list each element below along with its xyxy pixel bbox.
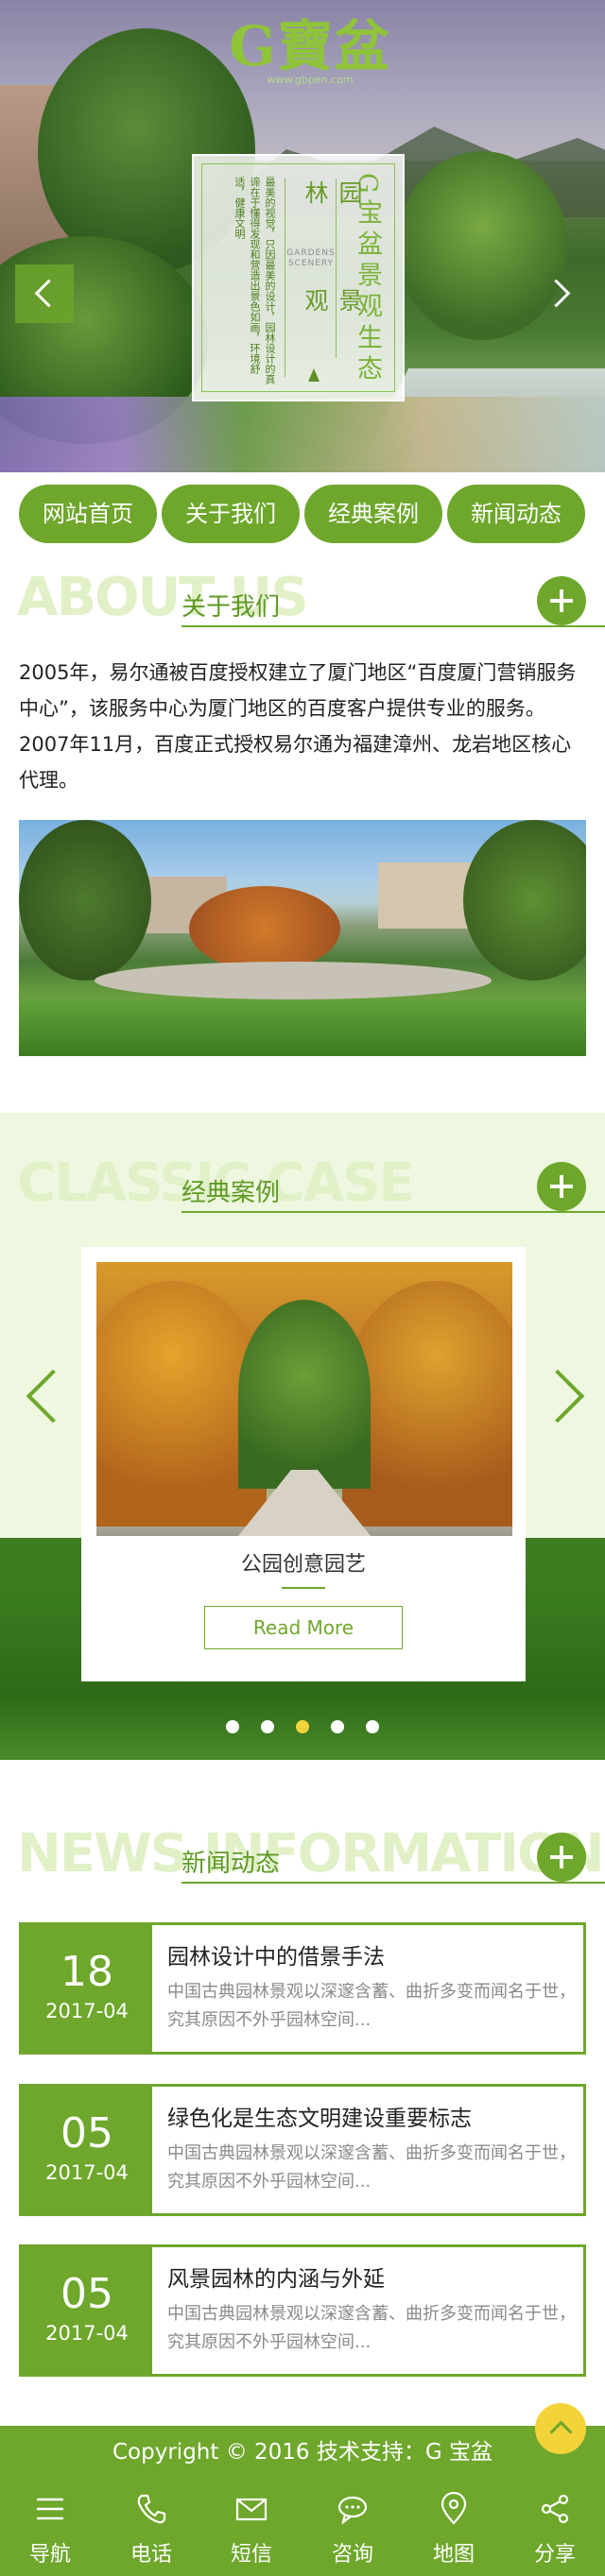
hero-flowers [0, 397, 605, 472]
tab-label: 地图 [432, 2543, 475, 2567]
hero-next-button[interactable] [531, 264, 590, 323]
hero-prev-button[interactable] [15, 264, 74, 323]
carousel-dot[interactable] [260, 1720, 274, 1733]
nav-news[interactable]: 新闻动态 [447, 485, 585, 543]
photo-tree-arch [238, 1300, 371, 1489]
news-title[interactable]: 绿色化是生态文明建设重要标志 [167, 2100, 472, 2132]
photo-lawn [19, 999, 586, 1056]
case-card[interactable]: 公园创意园艺 Read More [81, 1247, 526, 1681]
map-pin-icon [437, 2491, 471, 2526]
tab-label: 分享 [533, 2543, 576, 2567]
case-next-chevron-icon[interactable] [544, 1358, 592, 1434]
case-title-underline [282, 1587, 325, 1589]
news-day: 18 [60, 1948, 113, 1996]
news-item[interactable]: 05 2017-04 风景园林的内涵与外延 中国古典园林景观以深邃含蓄、曲折多变… [19, 2244, 586, 2377]
tab-label: 电话 [130, 2543, 172, 2567]
news-excerpt: 中国古典园林景观以深邃含蓄、曲折多变而闻名于世，究其原因不外乎园林空间... [167, 1982, 576, 2030]
news-item[interactable]: 05 2017-04 绿色化是生态文明建设重要标志 中国古典园林景观以深邃含蓄、… [19, 2084, 586, 2216]
cases-section-header: CLASSIC CASE 经典案例 [0, 1152, 605, 1228]
menu-icon [33, 2492, 67, 2526]
tab-share[interactable]: 分享 [505, 2479, 605, 2576]
chat-icon [336, 2492, 370, 2526]
photo-fountain [95, 962, 492, 999]
case-photo [96, 1262, 512, 1536]
news-year-month: 2017-04 [45, 2322, 129, 2345]
news-excerpt: 中国古典园林景观以深邃含蓄、曲折多变而闻名于世，究其原因不外乎园林空间... [167, 2304, 576, 2352]
news-day: 05 [60, 2109, 113, 2158]
tab-phone[interactable]: 电话 [101, 2479, 201, 2576]
hero-text-panel: G宝盆景观生态 园林 GARDENS SCENERY 景观 最美的视觉，只因最美… [192, 154, 405, 401]
case-prev-chevron-icon[interactable] [13, 1358, 60, 1434]
phone-icon [134, 2492, 168, 2526]
tab-label: 导航 [28, 2543, 71, 2567]
news-section-header: NEWS INFORMATION 新闻动态 [0, 1823, 605, 1899]
photo-tree [19, 820, 151, 981]
hero-banner: G寶盆 www.gbpen.com G宝盆景观生态 园林 GARDENS SCE… [0, 0, 605, 472]
tab-nav[interactable]: 导航 [0, 2479, 100, 2576]
nav-cases[interactable]: 经典案例 [304, 485, 442, 543]
carousel-dots [0, 1719, 605, 1734]
carousel-dot[interactable] [366, 1720, 380, 1733]
tab-sms[interactable]: 短信 [201, 2479, 302, 2576]
nav-about[interactable]: 关于我们 [162, 485, 300, 543]
about-text: 2005年，易尔通被百度授权建立了厦门地区“百度厦门营销服务中心”，该服务中心为… [19, 661, 577, 792]
carousel-dot[interactable] [331, 1720, 345, 1733]
copyright-bar: Copyright © 2016 技术支持：G 宝盆 [0, 2426, 605, 2479]
panel-title-left-2: 景观 [302, 288, 363, 319]
news-item[interactable]: 18 2017-04 园林设计中的借景手法 中国古典园林景观以深邃含蓄、曲折多变… [19, 1922, 586, 2055]
carousel-dot-active[interactable] [296, 1720, 309, 1733]
panel-title-left: 园林 [302, 180, 363, 212]
back-to-top-icon[interactable] [535, 2403, 586, 2454]
heading-rule [182, 1882, 605, 1884]
nav-home[interactable]: 网站首页 [19, 485, 157, 543]
tab-label: 短信 [230, 2543, 272, 2567]
news-excerpt: 中国古典园林景观以深邃含蓄、曲折多变而闻名于世，究其原因不外乎园林空间... [167, 2143, 576, 2192]
cases-heading: 经典案例 [182, 1179, 281, 1207]
carousel-dot[interactable] [225, 1720, 239, 1733]
news-heading: 新闻动态 [182, 1850, 281, 1878]
heading-rule [182, 1211, 605, 1213]
photo-tree [189, 886, 340, 971]
news-heading-en: NEWS INFORMATION [17, 1823, 605, 1885]
news-day: 05 [60, 2270, 113, 2318]
main-nav: 网站首页 关于我们 经典案例 新闻动态 [0, 485, 605, 545]
tab-label: 咨询 [331, 2543, 373, 2567]
share-icon [538, 2492, 572, 2526]
about-section-header: ABOUT US 关于我们 [0, 567, 605, 642]
news-year-month: 2017-04 [45, 2000, 129, 2022]
news-date: 05 2017-04 [22, 2087, 152, 2213]
site-logo[interactable]: G寶盆 www.gbpen.com [216, 13, 405, 98]
photo-tree [463, 820, 586, 981]
about-heading: 关于我们 [182, 593, 281, 622]
tree-icon [308, 368, 320, 382]
tab-map[interactable]: 地图 [404, 2479, 504, 2576]
case-title: 公园创意园艺 [240, 1553, 366, 1577]
cases-more-plus-icon[interactable] [537, 1162, 586, 1211]
panel-tagline: 最美的视觉，只因最美的设计，园林设计的真谛在于懂得发现和营造出景色如画，环境舒适… [233, 177, 276, 384]
read-more-button[interactable]: Read More [204, 1606, 403, 1649]
tab-consult[interactable]: 咨询 [302, 2479, 403, 2576]
mail-icon [234, 2492, 268, 2526]
heading-rule [182, 625, 605, 627]
bottom-tab-bar: 导航 电话 短信 咨询 地图 分享 [0, 2479, 605, 2576]
news-title[interactable]: 风景园林的内涵与外延 [167, 2260, 385, 2293]
news-date: 05 2017-04 [22, 2247, 152, 2374]
news-more-plus-icon[interactable] [537, 1833, 586, 1882]
news-date: 18 2017-04 [22, 1925, 152, 2052]
about-photo [19, 820, 586, 1056]
logo-text: G寶盆 [229, 14, 391, 78]
news-title[interactable]: 园林设计中的借景手法 [167, 1938, 385, 1970]
news-year-month: 2017-04 [45, 2161, 129, 2184]
about-more-plus-icon[interactable] [537, 576, 586, 625]
